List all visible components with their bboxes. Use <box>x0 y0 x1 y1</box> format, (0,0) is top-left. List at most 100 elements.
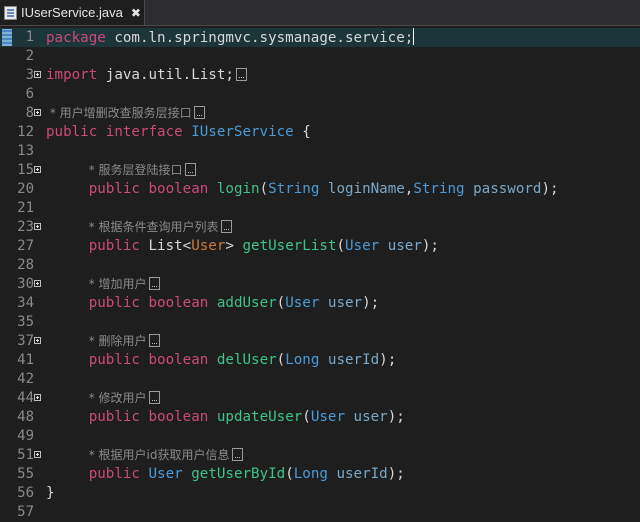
code-token: ( <box>285 466 294 482</box>
fold-expand-icon[interactable] <box>34 337 41 344</box>
code-line[interactable]: 3 import java.util.List; <box>0 66 640 85</box>
code-line[interactable]: 35 <box>0 313 640 332</box>
code-token: ); <box>387 466 405 482</box>
folded-code-ellipsis-icon[interactable] <box>231 448 243 461</box>
code-token: IUserService <box>191 124 294 140</box>
code-text: * 用户增删改查服务层接口 <box>46 104 205 123</box>
code-editor[interactable]: 1 package com.ln.springmvc.sysmanage.serv… <box>0 26 640 520</box>
fold-expand-icon[interactable] <box>34 223 41 230</box>
code-token: interface <box>105 124 183 140</box>
code-line[interactable]: 13 <box>0 142 640 161</box>
code-token: userId <box>327 352 380 368</box>
code-line[interactable]: 48 public boolean updateUser(User user); <box>0 408 640 427</box>
code-text: * 修改用户 <box>46 389 160 408</box>
code-line[interactable]: 49 <box>0 427 640 446</box>
code-token: userId <box>336 466 388 482</box>
code-line[interactable]: 8 * 用户增删改查服务层接口 <box>0 104 640 123</box>
code-line[interactable]: 12 public interface IUserService { <box>0 123 640 142</box>
code-line[interactable]: 23 * 根据条件查询用户列表 <box>0 218 640 237</box>
code-token: ( <box>302 409 311 425</box>
line-number: 8 <box>25 105 34 121</box>
folded-code-ellipsis-icon[interactable] <box>148 334 160 347</box>
code-token: ( <box>276 295 286 311</box>
code-token: boolean <box>148 409 209 425</box>
code-line[interactable]: 30 * 增加用户 <box>0 275 640 294</box>
fold-expand-icon[interactable] <box>34 280 41 287</box>
folded-code-ellipsis-icon[interactable] <box>220 220 232 233</box>
folded-code-ellipsis-icon[interactable] <box>235 68 247 81</box>
line-number: 37 <box>17 333 34 349</box>
code-line[interactable]: 28 <box>0 256 640 275</box>
line-number: 1 <box>25 29 34 45</box>
code-token: * 增加用户 <box>88 277 147 291</box>
fold-expand-icon[interactable] <box>34 394 41 401</box>
code-token: { <box>293 124 311 140</box>
folded-code-ellipsis-icon[interactable] <box>148 277 160 290</box>
code-line[interactable]: 1 package com.ln.springmvc.sysmanage.serv… <box>0 28 640 47</box>
fold-expand-icon[interactable] <box>34 71 41 78</box>
code-token: Long <box>293 466 328 482</box>
code-text: import java.util.List; <box>46 66 247 85</box>
code-token: > <box>225 238 243 254</box>
line-number: 21 <box>17 200 34 216</box>
code-line[interactable]: 56} <box>0 484 640 503</box>
code-line[interactable]: 27 public List<User> getUserList(User us… <box>0 237 640 256</box>
code-token: public <box>88 352 140 368</box>
code-token: ); <box>421 238 439 254</box>
code-line[interactable]: 37 * 删除用户 <box>0 332 640 351</box>
code-line[interactable]: 44 * 修改用户 <box>0 389 640 408</box>
fold-expand-icon[interactable] <box>34 166 41 173</box>
code-token: public <box>88 295 140 311</box>
tab-iuserservice[interactable]: IUserService.java ✖ <box>0 0 145 25</box>
code-token: User <box>310 409 345 425</box>
code-line[interactable]: 51 * 根据用户id获取用户信息 <box>0 446 640 465</box>
code-line[interactable]: 20 public boolean login(String loginName… <box>0 180 640 199</box>
code-token: User <box>285 295 320 311</box>
code-token: String <box>413 181 465 197</box>
close-icon[interactable]: ✖ <box>131 6 141 20</box>
code-token: user <box>353 409 388 425</box>
code-token: import <box>46 67 98 83</box>
folded-code-ellipsis-icon[interactable] <box>184 163 196 176</box>
code-line[interactable]: 15 * 服务层登陆接口 <box>0 161 640 180</box>
code-text: * 删除用户 <box>46 332 160 351</box>
code-line[interactable]: 21 <box>0 199 640 218</box>
code-text: public interface IUserService { <box>46 123 311 142</box>
text-caret <box>413 28 415 45</box>
folded-code-ellipsis-icon[interactable] <box>148 391 160 404</box>
code-text: * 增加用户 <box>46 275 160 294</box>
code-token: updateUser <box>216 409 303 425</box>
line-number: 34 <box>17 295 34 311</box>
code-line[interactable]: 2 <box>0 47 640 66</box>
code-text: public User getUserById(Long userId); <box>46 465 405 484</box>
code-line[interactable]: 55 public User getUserById(Long userId); <box>0 465 640 484</box>
code-token: user <box>327 295 363 311</box>
code-token: * 用户增删改查服务层接口 <box>46 106 192 120</box>
code-line[interactable]: 6 <box>0 85 640 104</box>
fold-expand-icon[interactable] <box>34 109 41 116</box>
code-line[interactable]: 42 <box>0 370 640 389</box>
code-text: public boolean delUser(Long userId); <box>46 351 397 370</box>
code-token: ); <box>387 409 405 425</box>
code-text: public boolean addUser(User user); <box>46 294 379 313</box>
fold-expand-icon[interactable] <box>34 451 41 458</box>
line-number: 27 <box>17 238 34 254</box>
folded-code-ellipsis-icon[interactable] <box>193 106 205 119</box>
code-line[interactable]: 57 <box>0 503 640 522</box>
code-token: package <box>46 30 106 46</box>
code-line[interactable]: 41 public boolean delUser(Long userId); <box>0 351 640 370</box>
code-line[interactable]: 34 public boolean addUser(User user); <box>0 294 640 313</box>
